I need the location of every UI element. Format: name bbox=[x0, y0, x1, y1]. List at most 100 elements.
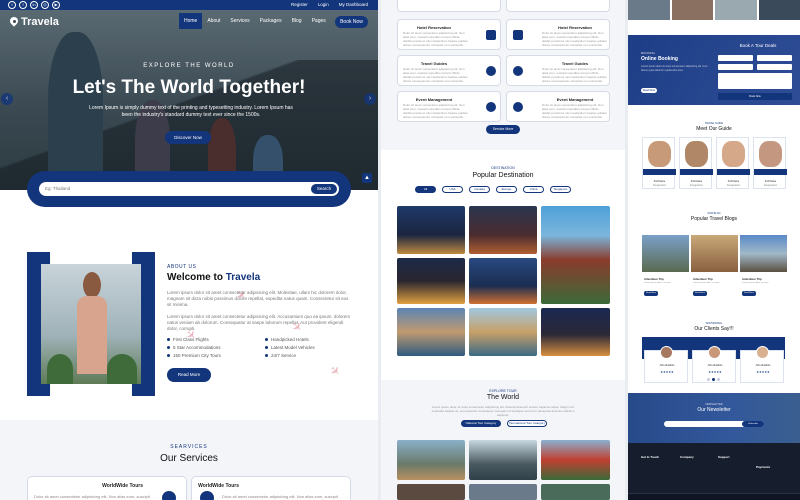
instagram-icon[interactable]: ◎ bbox=[41, 1, 49, 9]
guide-icon bbox=[513, 66, 523, 76]
filter-singapore[interactable]: Singapore bbox=[550, 186, 571, 193]
blog-card[interactable]: Adventure Trip Lorem ipsum dolor sit amet… bbox=[642, 235, 689, 301]
nav-home[interactable]: Home bbox=[179, 13, 203, 29]
footer-heading: Get In Touch bbox=[641, 455, 660, 459]
discover-now-button[interactable]: Discover Now bbox=[165, 131, 211, 144]
register-link[interactable]: Register bbox=[291, 2, 308, 7]
book-now-button[interactable]: Book Now bbox=[335, 16, 368, 28]
scroll-top-arrow-icon[interactable]: ▲ bbox=[362, 173, 372, 183]
guide-card[interactable]: Full Name Designation bbox=[753, 137, 787, 189]
tour-photo[interactable] bbox=[541, 440, 610, 480]
site-logo[interactable]: Travela bbox=[10, 16, 59, 28]
youtube-icon[interactable]: ▶ bbox=[52, 1, 60, 9]
booking-field[interactable] bbox=[757, 64, 792, 70]
pager-dot[interactable] bbox=[707, 378, 710, 381]
nav-services[interactable]: Services bbox=[225, 13, 254, 29]
service-card[interactable] bbox=[506, 0, 610, 12]
service-card[interactable]: Event Management Dolor sit amet consecte… bbox=[397, 91, 501, 122]
service-card[interactable]: WorldWide Tours Dolor sit amet consectet… bbox=[191, 476, 351, 500]
service-card-title: Travel Guides bbox=[561, 61, 589, 66]
gallery-photo bbox=[628, 0, 670, 20]
filter-europe[interactable]: Europe bbox=[496, 186, 517, 193]
blog-card[interactable]: Adventure Trip Lorem ipsum dolor sit amet… bbox=[740, 235, 787, 301]
filter-china[interactable]: China bbox=[523, 186, 544, 193]
nav-pages[interactable]: Pages bbox=[307, 13, 331, 29]
testimonial-title: Our Clients Say!!! bbox=[694, 326, 734, 332]
guide-card[interactable]: Full Name Designation bbox=[679, 137, 713, 189]
service-card-text: Dolor sit amet consectetur adipisicing e… bbox=[542, 103, 608, 119]
tour-photo[interactable] bbox=[541, 484, 610, 500]
login-link[interactable]: Login bbox=[318, 2, 329, 7]
blog-read-more-button[interactable]: Read More bbox=[644, 291, 658, 296]
gallery-photo bbox=[758, 0, 800, 20]
guide-card[interactable]: Full Name Designation bbox=[642, 137, 676, 189]
destination-photo[interactable] bbox=[397, 206, 465, 254]
filter-all[interactable]: All bbox=[415, 186, 436, 193]
guide-card[interactable]: Full Name Designation bbox=[716, 137, 750, 189]
destination-photo[interactable] bbox=[541, 206, 610, 304]
booking-text: Lorem ipsum dolor sit amet consectetur a… bbox=[641, 65, 708, 72]
read-more-button[interactable]: Read More bbox=[167, 368, 211, 382]
blog-read-more-button[interactable]: Read More bbox=[693, 291, 707, 296]
booking-field[interactable] bbox=[718, 64, 753, 70]
guide-designation: Designation bbox=[726, 184, 741, 187]
destination-photo[interactable] bbox=[397, 308, 465, 356]
nav-blog[interactable]: Blog bbox=[287, 13, 307, 29]
filter-canada[interactable]: Canada bbox=[469, 186, 490, 193]
service-card[interactable]: Travel Guides Dolor sit amet consectetur… bbox=[506, 55, 610, 86]
booking-field[interactable] bbox=[718, 55, 753, 61]
service-card[interactable] bbox=[397, 0, 501, 12]
pager-dot[interactable] bbox=[717, 378, 720, 381]
tab-international-tour[interactable]: International Tour Category bbox=[507, 420, 547, 427]
blog-read-more-button[interactable]: Read More bbox=[742, 291, 756, 296]
destination-photo[interactable] bbox=[397, 258, 465, 304]
world-title: The World bbox=[486, 394, 520, 401]
guide-kicker: TRAVEL GUIDE bbox=[704, 122, 724, 125]
booking-read-more-button[interactable]: Read More bbox=[641, 88, 657, 93]
nav-packages[interactable]: Packages bbox=[255, 13, 287, 29]
tab-national-tour[interactable]: National Tour Category bbox=[461, 420, 501, 427]
linkedin-icon[interactable]: in bbox=[30, 1, 38, 9]
booking-message-field[interactable] bbox=[718, 73, 792, 89]
dashboard-link[interactable]: My Dashboard bbox=[339, 2, 368, 7]
destination-photo[interactable] bbox=[541, 308, 610, 356]
tour-photo[interactable] bbox=[397, 484, 465, 500]
booking-field[interactable] bbox=[757, 55, 792, 61]
prev-slide-arrow-icon[interactable]: ‹ bbox=[1, 93, 13, 105]
client-avatar bbox=[756, 346, 769, 359]
twitter-icon[interactable]: t bbox=[8, 1, 16, 9]
tour-photo[interactable] bbox=[469, 484, 537, 500]
service-card[interactable]: Hotel Reservation Dolor sit amet consect… bbox=[506, 19, 610, 50]
destination-photo[interactable] bbox=[469, 308, 537, 356]
tour-photo[interactable] bbox=[469, 440, 537, 480]
subscribe-button[interactable]: Subscribe bbox=[742, 421, 764, 427]
hero-text: Lorem Ipsum is simply dummy text of the … bbox=[89, 105, 293, 118]
footer-heading: Support bbox=[718, 455, 730, 459]
booking-title: Online Booking bbox=[641, 56, 678, 62]
blog-card[interactable]: Adventure Trip Lorem ipsum dolor sit amet… bbox=[691, 235, 738, 301]
next-slide-arrow-icon[interactable]: › bbox=[364, 93, 376, 105]
tour-photo[interactable] bbox=[397, 440, 465, 480]
guide-social-band bbox=[754, 169, 787, 175]
destination-photo[interactable] bbox=[469, 206, 537, 254]
services-title: Our Services bbox=[160, 453, 218, 464]
guide-social-band bbox=[680, 169, 713, 175]
service-card[interactable]: Travel Guides Dolor sit amet consectetur… bbox=[397, 55, 501, 86]
filter-usa[interactable]: USA bbox=[442, 186, 463, 193]
tour-tabs: National Tour Category International Tou… bbox=[461, 420, 547, 427]
nav-about[interactable]: About bbox=[202, 13, 225, 29]
service-more-button[interactable]: Service More bbox=[486, 125, 520, 134]
book-now-submit[interactable]: Book Now bbox=[718, 93, 792, 100]
pager-dot[interactable] bbox=[712, 378, 715, 381]
search-input[interactable]: Eg: Thailand Search bbox=[39, 182, 339, 196]
feature-item: 150 Premium City Tours bbox=[167, 353, 255, 358]
destination-photo[interactable] bbox=[469, 258, 537, 304]
search-placeholder: Eg: Thailand bbox=[45, 186, 71, 191]
guide-designation: Designation bbox=[689, 184, 704, 187]
booking-guides-panel: BOOKING Online Booking Lorem ipsum dolor… bbox=[628, 0, 800, 500]
search-button[interactable]: Search bbox=[311, 184, 337, 194]
blog-card-text: Lorem ipsum dolor sit amet bbox=[742, 282, 769, 284]
facebook-icon[interactable]: f bbox=[19, 1, 27, 9]
service-card[interactable]: Hotel Reservation Dolor sit amet consect… bbox=[397, 19, 501, 50]
service-card[interactable]: Event Management Dolor sit amet consecte… bbox=[506, 91, 610, 122]
